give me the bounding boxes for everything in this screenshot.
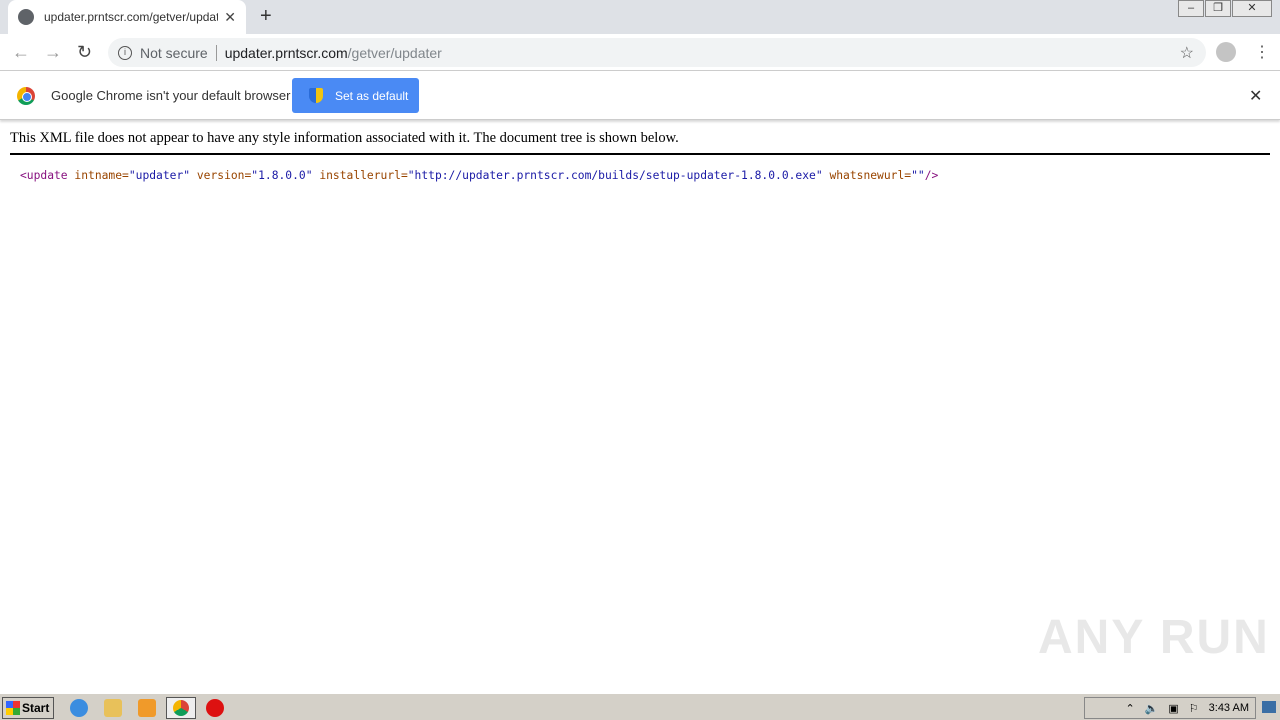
network-icon[interactable]: ▣ xyxy=(1168,702,1178,715)
page-content: This XML file does not appear to have an… xyxy=(10,130,1270,182)
xml-tree: <update intname="updater" version="1.8.0… xyxy=(20,169,1270,182)
security-label[interactable]: Not secure xyxy=(140,45,208,61)
tab-strip: updater.prntscr.com/getver/updater ✕ + –… xyxy=(0,0,1280,34)
chrome-icon xyxy=(173,700,189,716)
uac-shield-icon xyxy=(309,88,323,103)
infobar-text: Google Chrome isn't your default browser xyxy=(51,88,291,103)
window-controls: – ❐ ✕ xyxy=(1177,0,1272,17)
xml-attr-value: "" xyxy=(911,169,925,182)
tab-title: updater.prntscr.com/getver/updater xyxy=(44,10,219,24)
url-path: /getver/updater xyxy=(347,44,442,61)
infobar-close-icon[interactable]: ✕ xyxy=(1249,86,1262,106)
xml-tag-open: <update xyxy=(20,169,68,182)
tab-close-icon[interactable]: ✕ xyxy=(224,9,236,26)
divider xyxy=(215,44,217,61)
chrome-taskbar-button[interactable] xyxy=(166,697,196,719)
show-desktop-icon[interactable] xyxy=(1262,701,1276,713)
close-window-button[interactable]: ✕ xyxy=(1232,0,1272,17)
chrome-logo-icon xyxy=(17,87,35,105)
forward-button[interactable]: → xyxy=(44,42,62,63)
xml-attr-name: whatsnewurl= xyxy=(829,169,912,182)
taskbar: Start ⌃ 🔈 ▣ ⚐ 3:43 AM xyxy=(0,692,1280,720)
address-bar[interactable]: i Not secure updater.prntscr.com/getver/… xyxy=(108,38,1206,67)
globe-icon xyxy=(18,9,34,25)
minimize-button[interactable]: – xyxy=(1178,0,1204,17)
clock[interactable]: 3:43 AM xyxy=(1209,702,1249,714)
new-tab-button[interactable]: + xyxy=(260,5,272,28)
xml-attr-name: intname= xyxy=(74,169,129,182)
bookmark-star-icon[interactable]: ☆ xyxy=(1180,43,1194,63)
xml-attr-value: "http://updater.prntscr.com/builds/setup… xyxy=(407,169,823,182)
url-host: updater.prntscr.com xyxy=(224,44,348,61)
xml-tag-close: /> xyxy=(924,169,939,182)
xml-attr-name: installerurl= xyxy=(319,169,408,182)
tray-expand-icon[interactable]: ⌃ xyxy=(1125,702,1134,715)
action-center-flag-icon[interactable]: ⚐ xyxy=(1189,702,1199,715)
default-browser-infobar: Google Chrome isn't your default browser… xyxy=(0,72,1280,120)
reload-button[interactable]: ↻ xyxy=(77,42,92,63)
anyrun-watermark: ANY RUN xyxy=(1038,611,1270,664)
info-icon[interactable]: i xyxy=(118,45,132,60)
windows-logo-icon xyxy=(6,701,20,715)
menu-icon[interactable]: ⋮ xyxy=(1254,42,1270,62)
profile-avatar[interactable] xyxy=(1216,42,1236,62)
toolbar: ← → ↻ i Not secure updater.prntscr.com/g… xyxy=(0,34,1280,71)
back-button[interactable]: ← xyxy=(12,42,30,63)
xml-attr-value: "1.8.0.0" xyxy=(251,169,313,182)
xml-style-message: This XML file does not appear to have an… xyxy=(10,130,1270,155)
media-player-icon[interactable] xyxy=(138,699,156,717)
start-button[interactable]: Start xyxy=(2,697,54,719)
volume-icon[interactable]: 🔈 xyxy=(1145,702,1159,715)
restore-button[interactable]: ❐ xyxy=(1205,0,1231,17)
start-label: Start xyxy=(22,701,50,715)
explorer-icon[interactable] xyxy=(104,699,122,717)
set-as-default-label: Set as default xyxy=(335,88,409,103)
ie-icon[interactable] xyxy=(70,699,88,717)
xml-attr-name: version= xyxy=(196,169,252,182)
opera-icon[interactable] xyxy=(206,699,224,717)
xml-attr-value: "updater" xyxy=(128,169,191,182)
tab-active[interactable]: updater.prntscr.com/getver/updater ✕ xyxy=(8,0,246,34)
set-as-default-button[interactable]: Set as default xyxy=(292,78,419,113)
system-tray: ⌃ 🔈 ▣ ⚐ 3:43 AM xyxy=(1084,697,1256,719)
